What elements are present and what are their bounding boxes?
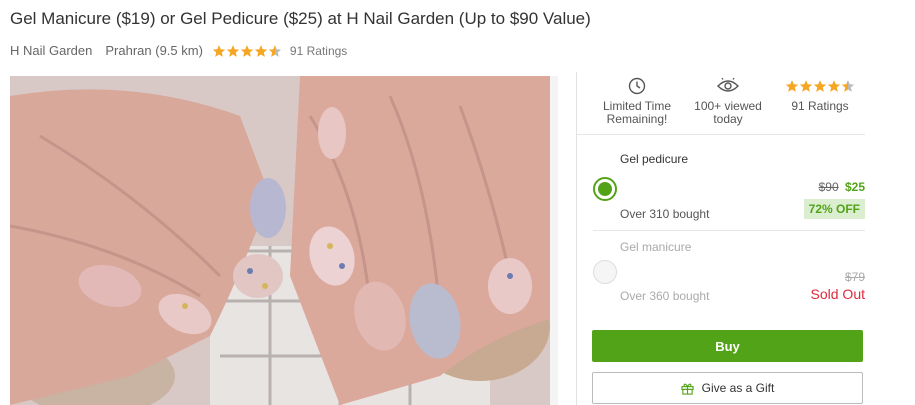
buy-button[interactable]: Buy (592, 330, 863, 362)
nail-art-photo (10, 76, 558, 405)
half-star-icon (268, 44, 282, 57)
merchant-link[interactable]: H Nail Garden (10, 43, 92, 58)
eye-icon (690, 76, 766, 96)
option-prices: $90 $25 (819, 180, 865, 194)
feature-ratings[interactable]: 91 Ratings (782, 76, 858, 113)
option-radio-selected[interactable] (593, 177, 617, 201)
star-rating (212, 44, 282, 58)
star-icon (226, 44, 240, 57)
star-icon (212, 44, 226, 57)
give-as-gift-button[interactable]: Give as a Gift (592, 372, 863, 404)
feature-views: 100+ viewed today (690, 76, 766, 126)
star-icon (240, 44, 254, 57)
deal-title: Gel Manicure ($19) or Gel Pedicure ($25)… (10, 9, 591, 28)
deal-image[interactable] (10, 76, 558, 405)
discount-badge: 72% OFF (803, 199, 865, 219)
sold-out-label: Sold Out (810, 286, 865, 302)
gift-label: Give as a Gift (701, 381, 775, 395)
feature-label: Limited Time Remaining! (602, 99, 672, 126)
original-price: $79 (844, 270, 865, 284)
gift-icon (681, 382, 694, 395)
option-gel-manicure: Gel manicure $79 Over 360 bought Sold Ou… (593, 232, 865, 317)
deal-price: $25 (844, 180, 865, 194)
feature-row: Limited Time Remaining! 100+ viewed toda… (577, 72, 865, 135)
bought-count: Over 360 bought (620, 289, 710, 303)
original-price: $90 (818, 180, 839, 194)
option-prices: $79 (845, 270, 865, 284)
clock-icon (599, 76, 675, 96)
star-icon (254, 44, 268, 57)
feature-limited-time: Limited Time Remaining! (599, 76, 675, 126)
option-name: Gel pedicure (620, 152, 689, 166)
deal-meta: H Nail Garden Prahran (9.5 km) 91 Rating… (10, 43, 347, 58)
option-gel-pedicure[interactable]: Gel pedicure $90 $25 Over 310 bought 72%… (593, 136, 865, 231)
location-text: Prahran (9.5 km) (105, 43, 203, 58)
option-name: Gel manicure (620, 240, 692, 254)
ratings-link[interactable]: 91 Ratings (290, 44, 347, 58)
feature-label: 91 Ratings (791, 99, 849, 113)
star-rating-icon (782, 76, 858, 96)
option-radio-disabled (593, 260, 617, 284)
feature-label: 100+ viewed today (694, 99, 762, 126)
bought-count: Over 310 bought (620, 207, 710, 221)
